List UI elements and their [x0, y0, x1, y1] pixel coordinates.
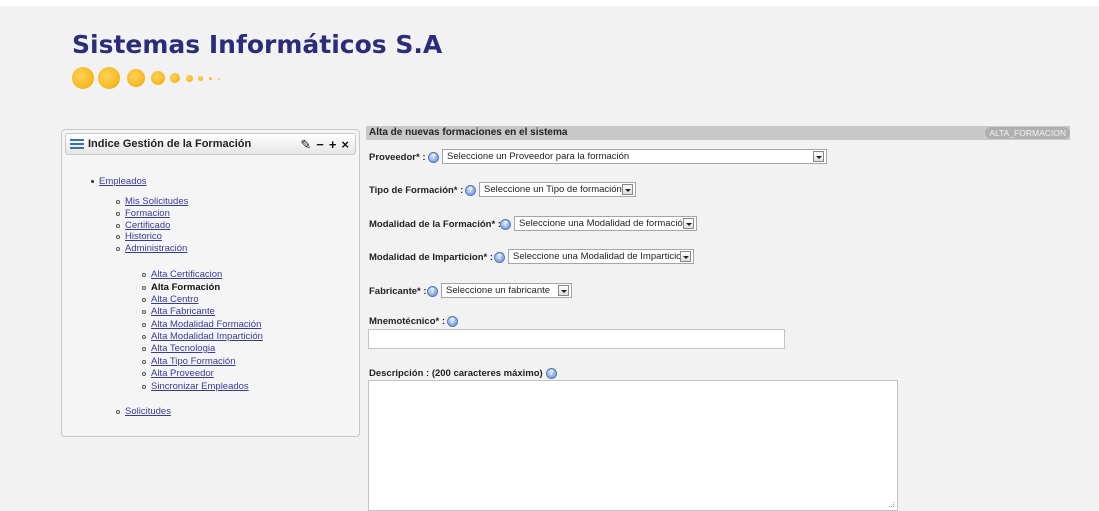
modalidad-formacion-select[interactable]: Seleccione una Modalidad de formación [514, 216, 697, 231]
fabricante-value: Seleccione un fabricante [446, 285, 551, 296]
nav-item-alta-formacion[interactable]: Alta Formación [151, 282, 220, 293]
descripcion-label: Descripción : (200 caracteres máximo) [369, 368, 543, 379]
mnemotecnico-input[interactable] [368, 329, 785, 349]
nav-item-alta-fabricante[interactable]: Alta Fabricante [151, 306, 215, 317]
tipo-formacion-label: Tipo de Formación* : [369, 185, 464, 196]
help-icon[interactable]: ? [494, 252, 505, 263]
modalidad-formacion-label: Modalidad de la Formación* : [369, 219, 501, 230]
proveedor-select[interactable]: Seleccione un Proveedor para la formació… [442, 149, 827, 164]
chevron-down-icon [813, 151, 824, 162]
tipo-formacion-select[interactable]: Seleccione un Tipo de formación [479, 182, 636, 197]
fabricante-label: Fabricante* : [369, 286, 427, 297]
chevron-down-icon [680, 251, 691, 262]
company-logo: Sistemas Informáticos S.A [72, 30, 443, 89]
nav-item-solicitudes[interactable]: Solicitudes [125, 406, 171, 417]
tipo-formacion-value: Seleccione un Tipo de formación [484, 184, 622, 195]
wrench-icon[interactable]: ✎ [300, 137, 311, 153]
help-icon[interactable]: ? [428, 152, 439, 163]
mnemotecnico-label: Mnemotécnico* : [369, 316, 446, 327]
minimize-icon[interactable]: − [316, 137, 324, 152]
nav-item-alta-modalidad-formacion[interactable]: Alta Modalidad Formación [151, 319, 261, 330]
nav-item-formacion[interactable]: Formacion [125, 208, 170, 219]
nav-item-alta-centro[interactable]: Alta Centro [151, 294, 199, 305]
nav-item-mis-solicitudes[interactable]: Mis Solicitudes [125, 196, 188, 207]
modalidad-formacion-value: Seleccione una Modalidad de formación [519, 218, 688, 229]
nav-item-alta-tipo-formacion[interactable]: Alta Tipo Formación [151, 356, 235, 367]
modalidad-imparticion-label: Modalidad de Imparticion* : [369, 252, 494, 263]
nav-item-sincronizar-empleados[interactable]: Sincronizar Empleados [151, 381, 249, 392]
help-icon[interactable]: ? [427, 286, 438, 297]
nav-item-alta-proveedor[interactable]: Alta Proveedor [151, 368, 214, 379]
nav-item-alta-modalidad-imparticion[interactable]: Alta Modalidad Impartición [151, 331, 263, 342]
chevron-down-icon [558, 285, 569, 296]
close-icon[interactable]: × [341, 137, 349, 152]
index-panel: Indice Gestión de la Formación ✎ − + × Empl… [61, 129, 360, 437]
panel-tools: ✎ − + × [295, 137, 349, 153]
nav-item-alta-certificacion[interactable]: Alta Certificacion [151, 269, 222, 280]
form-code-badge: ALTA_FORMACION [985, 127, 1070, 139]
descripcion-textarea[interactable] [368, 380, 898, 511]
modalidad-imparticion-value: Seleccione una Modalidad de Imparticion [513, 251, 687, 262]
logo-dots [72, 67, 312, 91]
form-title: Alta de nuevas formaciones en el sistema [369, 127, 568, 138]
chevron-down-icon [683, 218, 694, 229]
modalidad-imparticion-select[interactable]: Seleccione una Modalidad de Imparticion [508, 249, 694, 264]
form-title-bar: Alta de nuevas formaciones en el sistema… [366, 126, 1070, 140]
proveedor-value: Seleccione un Proveedor para la formació… [447, 151, 630, 162]
nav-item-alta-tecnologia[interactable]: Alta Tecnologia [151, 343, 215, 354]
fabricante-select[interactable]: Seleccione un fabricante [441, 283, 572, 298]
help-icon[interactable]: ? [546, 368, 557, 379]
proveedor-label: Proveedor* : [369, 152, 426, 163]
panel-title: Indice Gestión de la Formación [88, 138, 252, 150]
help-icon[interactable]: ? [500, 219, 511, 230]
panel-header: Indice Gestión de la Formación ✎ − + × [65, 133, 356, 155]
resize-handle-icon[interactable] [889, 502, 894, 507]
nav-item-empleados[interactable]: Empleados [99, 176, 147, 187]
nav-item-historico[interactable]: Historico [125, 231, 162, 242]
add-icon[interactable]: + [329, 137, 337, 152]
nav-item-certificado[interactable]: Certificado [125, 220, 170, 231]
company-name: Sistemas Informáticos S.A [72, 30, 443, 59]
list-icon [70, 138, 84, 150]
nav-item-administracion[interactable]: Administración [125, 243, 187, 254]
chevron-down-icon [622, 184, 633, 195]
help-icon[interactable]: ? [447, 316, 458, 327]
help-icon[interactable]: ? [465, 185, 476, 196]
